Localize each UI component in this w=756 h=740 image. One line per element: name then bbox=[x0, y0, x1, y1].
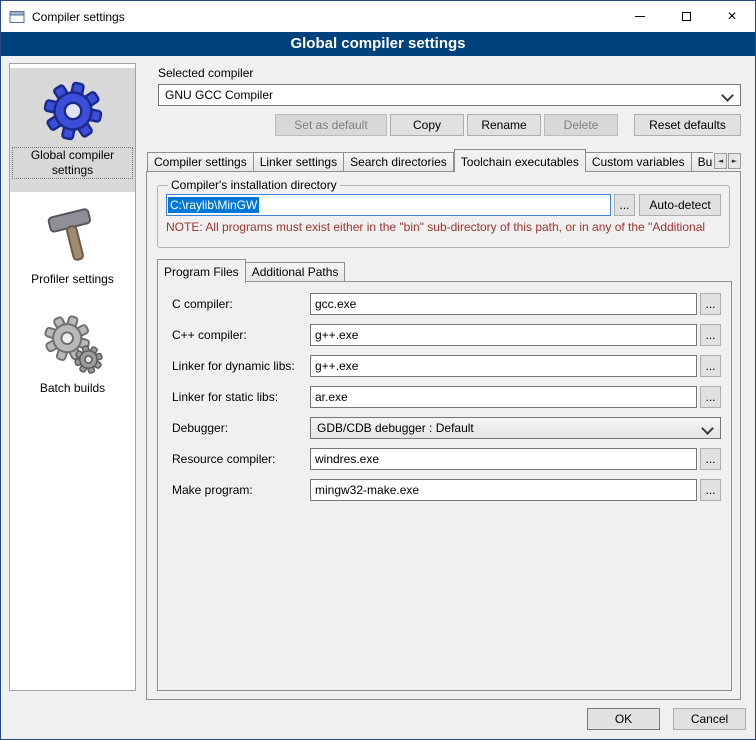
selected-compiler-label: Selected compiler bbox=[158, 66, 253, 80]
field-label: Resource compiler: bbox=[172, 452, 310, 466]
resource-compiler-input[interactable] bbox=[310, 448, 697, 470]
window-title: Compiler settings bbox=[32, 10, 125, 24]
tab-list: Compiler settings Linker settings Search… bbox=[147, 149, 713, 172]
titlebar: Compiler settings × bbox=[1, 1, 755, 32]
copy-button[interactable]: Copy bbox=[390, 114, 464, 136]
static-libs-linker-input[interactable] bbox=[310, 386, 697, 408]
field-label: Make program: bbox=[172, 483, 310, 497]
tab-build-options[interactable]: Buil bbox=[692, 152, 713, 172]
cpp-compiler-browse-button[interactable]: ... bbox=[700, 324, 721, 346]
delete-button[interactable]: Delete bbox=[544, 114, 618, 136]
field-row-cpp-compiler: C++ compiler: ... bbox=[172, 324, 721, 346]
field-label: Debugger: bbox=[172, 421, 310, 435]
tab-program-files[interactable]: Program Files bbox=[157, 259, 246, 283]
tab-scroll-buttons: ◄ ► bbox=[713, 153, 741, 169]
tab-compiler-settings[interactable]: Compiler settings bbox=[147, 152, 254, 172]
selected-compiler-value: GNU GCC Compiler bbox=[165, 88, 273, 102]
dynamic-libs-linker-browse-button[interactable]: ... bbox=[700, 355, 721, 377]
installation-directory-row: C:\raylib\MinGW ... Auto-detect bbox=[166, 194, 721, 216]
browse-directory-button[interactable]: ... bbox=[614, 194, 635, 216]
sidebar-item-global-compiler-settings[interactable]: Global compiler settings bbox=[10, 68, 135, 192]
make-program-browse-button[interactable]: ... bbox=[700, 479, 721, 501]
close-button[interactable]: × bbox=[709, 1, 755, 32]
field-row-static-linker: Linker for static libs: ... bbox=[172, 386, 721, 408]
dialog-heading: Global compiler settings bbox=[1, 32, 755, 56]
field-row-debugger: Debugger: GDB/CDB debugger : Default bbox=[172, 417, 721, 439]
minimize-button[interactable] bbox=[617, 1, 663, 32]
installation-directory-group-title: Compiler's installation directory bbox=[168, 178, 340, 192]
sidebar-item-label: Global compiler settings bbox=[13, 148, 132, 178]
installation-directory-group: Compiler's installation directory C:\ray… bbox=[157, 178, 730, 248]
field-label: C++ compiler: bbox=[172, 328, 310, 342]
reset-defaults-button[interactable]: Reset defaults bbox=[634, 114, 741, 136]
app-icon bbox=[9, 9, 25, 25]
field-row-c-compiler: C compiler: ... bbox=[172, 293, 721, 315]
compiler-actions: Set as default Copy Rename Delete Reset … bbox=[158, 114, 741, 136]
gray-gears-icon bbox=[42, 313, 104, 375]
field-row-resource-compiler: Resource compiler: ... bbox=[172, 448, 721, 470]
field-label: Linker for static libs: bbox=[172, 390, 310, 404]
installation-directory-input[interactable]: C:\raylib\MinGW bbox=[166, 194, 611, 216]
minimize-icon bbox=[635, 16, 645, 17]
tab-scroll-right-button[interactable]: ► bbox=[728, 153, 741, 169]
c-compiler-input[interactable] bbox=[310, 293, 697, 315]
blue-gear-icon bbox=[42, 80, 104, 142]
compiler-settings-tabs: Compiler settings Linker settings Search… bbox=[147, 149, 741, 172]
field-row-dynamic-linker: Linker for dynamic libs: ... bbox=[172, 355, 721, 377]
tab-additional-paths[interactable]: Additional Paths bbox=[246, 262, 346, 282]
debugger-dropdown[interactable]: GDB/CDB debugger : Default bbox=[310, 417, 721, 439]
dialog-buttons: OK Cancel bbox=[587, 708, 746, 730]
sidebar-item-profiler-settings[interactable]: Profiler settings bbox=[10, 192, 135, 301]
tab-linker-settings[interactable]: Linker settings bbox=[254, 152, 344, 172]
toolchain-executables-panel: Compiler's installation directory C:\ray… bbox=[146, 171, 741, 700]
chevron-down-icon bbox=[721, 89, 734, 102]
tab-search-directories[interactable]: Search directories bbox=[344, 152, 454, 172]
auto-detect-button[interactable]: Auto-detect bbox=[639, 194, 721, 216]
executables-subtabs: Program Files Additional Paths bbox=[157, 260, 345, 282]
static-libs-linker-browse-button[interactable]: ... bbox=[700, 386, 721, 408]
field-row-make-program: Make program: ... bbox=[172, 479, 721, 501]
sidebar-item-batch-builds[interactable]: Batch builds bbox=[10, 301, 135, 410]
ok-button[interactable]: OK bbox=[587, 708, 660, 730]
rename-button[interactable]: Rename bbox=[467, 114, 541, 136]
set-as-default-button[interactable]: Set as default bbox=[275, 114, 387, 136]
sidebar-item-label: Batch builds bbox=[40, 381, 105, 396]
program-files-panel: C compiler: ... C++ compiler: ... Linker… bbox=[157, 281, 732, 691]
dynamic-libs-linker-input[interactable] bbox=[310, 355, 697, 377]
make-program-input[interactable] bbox=[310, 479, 697, 501]
maximize-icon bbox=[682, 12, 691, 21]
maximize-button[interactable] bbox=[663, 1, 709, 32]
selected-compiler-dropdown[interactable]: GNU GCC Compiler bbox=[158, 84, 741, 106]
cpp-compiler-input[interactable] bbox=[310, 324, 697, 346]
settings-category-list: Global compiler settings Profiler settin… bbox=[9, 63, 136, 691]
tab-custom-variables[interactable]: Custom variables bbox=[586, 152, 692, 172]
installation-directory-value: C:\raylib\MinGW bbox=[168, 197, 259, 213]
tab-toolchain-executables[interactable]: Toolchain executables bbox=[454, 149, 586, 172]
sidebar-item-label: Profiler settings bbox=[31, 272, 114, 287]
c-compiler-browse-button[interactable]: ... bbox=[700, 293, 721, 315]
field-label: C compiler: bbox=[172, 297, 310, 311]
profiler-tool-icon bbox=[42, 204, 104, 266]
window-controls: × bbox=[617, 1, 755, 32]
resource-compiler-browse-button[interactable]: ... bbox=[700, 448, 721, 470]
main-panel: Selected compiler GNU GCC Compiler Set a… bbox=[146, 63, 749, 701]
compiler-settings-dialog: Compiler settings × Global compiler sett… bbox=[0, 0, 756, 740]
tab-scroll-left-button[interactable]: ◄ bbox=[714, 153, 727, 169]
chevron-down-icon bbox=[701, 422, 714, 435]
debugger-value: GDB/CDB debugger : Default bbox=[317, 421, 474, 435]
close-icon: × bbox=[727, 9, 736, 25]
bin-subdirectory-note: NOTE: All programs must exist either in … bbox=[166, 220, 721, 234]
cancel-button[interactable]: Cancel bbox=[673, 708, 746, 730]
field-label: Linker for dynamic libs: bbox=[172, 359, 310, 373]
